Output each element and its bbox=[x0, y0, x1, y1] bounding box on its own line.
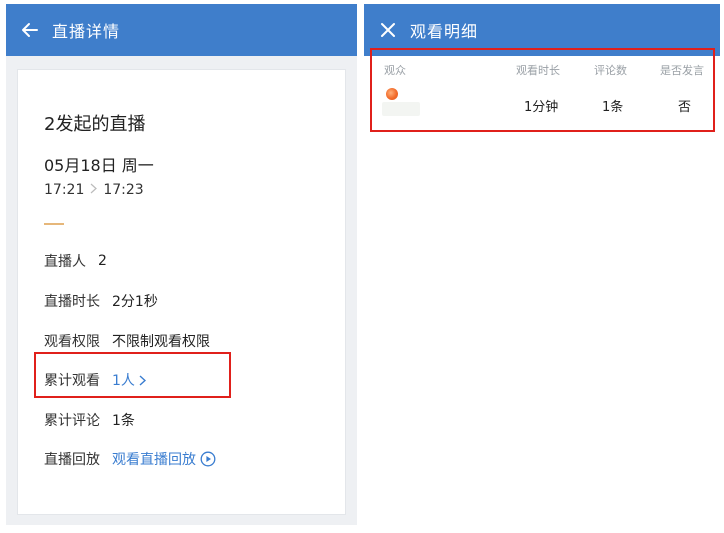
row-label: 直播人 bbox=[44, 254, 86, 270]
live-date: 05月18日 周一 bbox=[44, 156, 154, 175]
row-value: 2分1秒 bbox=[112, 294, 158, 310]
time-end: 17:23 bbox=[103, 182, 144, 198]
page-title: 直播详情 bbox=[52, 22, 121, 41]
accent-divider bbox=[44, 223, 64, 225]
live-time-range: 17:21 17:23 bbox=[44, 182, 144, 198]
live-title: 2发起的直播 bbox=[44, 114, 146, 135]
row-label: 直播时长 bbox=[44, 294, 100, 310]
live-detail-appbar: 直播详情 bbox=[6, 4, 357, 56]
row-label: 观看权限 bbox=[44, 334, 100, 350]
row-host: 直播人 2 bbox=[44, 251, 107, 271]
watch-replay-link[interactable]: 观看直播回放 bbox=[112, 449, 216, 469]
row-value: 观看直播回放 bbox=[112, 452, 196, 468]
row-value: 不限制观看权限 bbox=[112, 334, 210, 350]
live-info-card: 2发起的直播 05月18日 周一 17:21 17:23 直播人 2 直播时长 … bbox=[18, 70, 345, 514]
row-value: 1条 bbox=[112, 413, 135, 429]
row-value: 2 bbox=[98, 253, 107, 269]
highlight-box bbox=[34, 352, 231, 398]
chevron-right-icon bbox=[90, 183, 98, 197]
time-start: 17:21 bbox=[44, 182, 85, 198]
live-detail-panel: 直播详情 2发起的直播 05月18日 周一 17:21 17:23 直播人 2 … bbox=[6, 4, 357, 525]
row-duration: 直播时长 2分1秒 bbox=[44, 291, 158, 311]
play-circle-icon bbox=[200, 451, 216, 467]
row-permission: 观看权限 不限制观看权限 bbox=[44, 331, 210, 351]
row-replay: 直播回放 观看直播回放 bbox=[44, 449, 216, 469]
view-detail-panel: 观看明细 观众 观看时长 评论数 是否发言 1分钟 1条 否 bbox=[364, 4, 720, 525]
highlight-box bbox=[370, 48, 715, 132]
page-title: 观看明细 bbox=[410, 22, 479, 41]
arrow-left-icon[interactable] bbox=[8, 4, 52, 56]
row-label: 直播回放 bbox=[44, 452, 100, 468]
row-label: 累计评论 bbox=[44, 413, 100, 429]
row-total-comments: 累计评论 1条 bbox=[44, 410, 135, 430]
